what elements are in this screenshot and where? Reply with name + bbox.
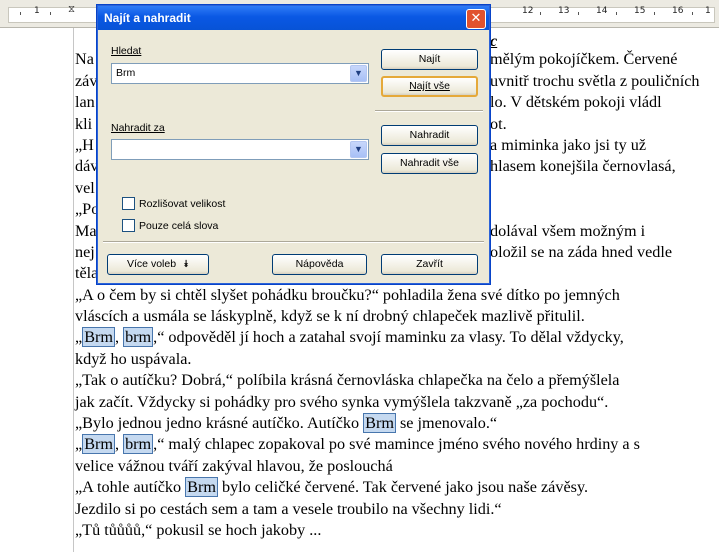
doc-line: „Bylo jednou jedno krásné autíčko. Autíč… <box>75 413 719 434</box>
ruler-tick <box>616 12 617 15</box>
doc-line: „Tů tůůůů,“ pokusil se hoch jakoby ... <box>75 520 719 541</box>
close-icon[interactable]: ✕ <box>466 9 486 29</box>
search-match-highlight: Brm <box>185 477 218 498</box>
doc-line: jak začít. Vždycky si pohádky pro svého … <box>75 392 719 413</box>
find-replace-dialog[interactable]: Najít a nahradit ✕ Hledat Brm ▼ Najít Na… <box>96 4 491 285</box>
doc-text: ,“ malý chlapec zopakoval po své mamince… <box>153 435 640 454</box>
search-value: Brm <box>116 67 136 79</box>
doc-line-right: oložil se na záda hned vedle <box>490 242 673 261</box>
search-match-highlight: Brm <box>363 413 396 434</box>
search-match-highlight: Brm <box>82 327 115 348</box>
doc-text: „A tohle autíčko <box>75 478 186 497</box>
doc-line-right: a miminka jako jsi ty už <box>490 135 647 154</box>
doc-line-right: uvnitř trochu světla z pouličních <box>490 71 700 90</box>
doc-line: Jezdilo si po cestách sem a tam a vesele… <box>75 499 719 520</box>
double-chevron-down-icon: ⯯ <box>182 259 189 270</box>
ruler-tick <box>578 12 579 15</box>
chevron-down-icon[interactable]: ▼ <box>350 65 367 82</box>
replace-label-text: Nahradit za <box>111 122 165 134</box>
whole-words-label[interactable]: Pouze celá slova <box>139 220 218 232</box>
doc-line-left: vel <box>75 178 95 197</box>
doc-line-left: „H <box>75 135 94 154</box>
doc-line-left: kli <box>75 114 93 133</box>
search-label-text: Hledat <box>111 45 142 57</box>
doc-line: velice vážnou tváří zakýval hlavou, že p… <box>75 456 719 477</box>
ruler-number: 14 <box>596 6 608 16</box>
doc-line-right: ot. <box>490 114 507 133</box>
ruler-number: 13 <box>558 6 570 16</box>
replace-all-button[interactable]: Nahradit vše <box>381 153 478 174</box>
doc-text: ,“ odpověděl jí hoch a zatahal svojí mam… <box>153 328 624 347</box>
dialog-title: Najít a nahradit <box>104 11 191 25</box>
doc-line: „ Brm, brm ,“ malý chlapec zopakoval po sv… <box>75 434 719 455</box>
separator <box>375 110 483 112</box>
doc-text: „Tů tůůůů,“ pokusil se hoch jakoby ... <box>75 520 322 539</box>
doc-text: , <box>114 435 124 454</box>
match-case-label[interactable]: Rozlišovat velikost <box>139 198 225 210</box>
doc-line: vláscích a usmála se láskyplně, když se … <box>75 306 719 327</box>
doc-text: „Bylo jednou jedno krásné autíčko. Autíč… <box>75 414 364 433</box>
find-all-button[interactable]: Najít vše <box>381 76 478 97</box>
doc-line: „A tohle autíčko Brm bylo celičké červen… <box>75 477 719 498</box>
doc-line-left: lan <box>75 93 95 112</box>
whole-words-checkbox[interactable] <box>122 219 135 232</box>
separator <box>103 241 484 243</box>
doc-line-left: Ma <box>75 221 97 240</box>
doc-text: jak začít. Vždycky si pohádky pro svého … <box>75 392 609 411</box>
ruler-tick <box>540 12 541 15</box>
doc-text: „Tak o autíčku? Dobrá,“ políbila krásná … <box>75 371 620 390</box>
doc-text: velice vážnou tváří zakýval hlavou, že p… <box>75 456 393 475</box>
close-button[interactable]: Zavřít <box>381 254 478 275</box>
doc-line: „Tak o autíčku? Dobrá,“ políbila krásná … <box>75 370 719 391</box>
doc-line-left: Na <box>75 50 94 69</box>
doc-line-left: záv <box>75 71 98 90</box>
dialog-titlebar[interactable]: Najít a nahradit ✕ <box>98 6 489 30</box>
search-match-highlight: brm <box>123 434 154 455</box>
doc-line-right: dolával všem možným i <box>490 221 646 240</box>
doc-text: se jmenovalo.“ <box>395 414 498 433</box>
doc-text: vláscích a usmála se láskyplně, když se … <box>75 307 585 326</box>
doc-text: „A o čem by si chtěl slyšet pohádku brou… <box>75 285 620 304</box>
ruler-tick <box>654 12 655 15</box>
indent-marker-icon[interactable]: ⧖ <box>68 4 75 15</box>
doc-line-right: lo. V dětském pokoji vládl <box>490 93 662 112</box>
ruler-number: 15 <box>634 6 646 16</box>
more-options-label: Více voleb <box>127 258 177 270</box>
find-all-label: Najít vše <box>409 80 450 92</box>
doc-text: když ho uspávala. <box>75 349 192 368</box>
search-match-highlight: Brm <box>82 434 115 455</box>
replace-button[interactable]: Nahradit <box>381 125 478 146</box>
search-match-highlight: brm <box>123 327 154 348</box>
doc-line: „A o čem by si chtěl slyšet pohádku brou… <box>75 285 719 306</box>
doc-text: , <box>114 328 124 347</box>
replace-combobox[interactable]: ▼ <box>111 139 369 160</box>
doc-text: Jezdilo si po cestách sem a tam a vesele… <box>75 499 502 518</box>
doc-line-right: hlasem konejšila černovlasá, <box>490 157 676 176</box>
ruler-number: 1 <box>34 6 40 16</box>
ruler-tick <box>692 12 693 15</box>
chevron-down-icon[interactable]: ▼ <box>350 141 367 158</box>
find-button[interactable]: Najít <box>381 49 478 70</box>
doc-text: bylo celičké červené. Tak červené jako j… <box>217 478 589 497</box>
doc-line-left: nej <box>75 242 95 261</box>
doc-line: „ Brm, brm ,“ odpověděl jí hoch a zatahal … <box>75 327 719 348</box>
ruler-number: 16 <box>672 6 684 16</box>
page-margin-line <box>73 28 74 552</box>
help-button[interactable]: Nápověda <box>272 254 367 275</box>
search-label: Hledat <box>111 45 141 57</box>
ruler-tick <box>50 12 51 15</box>
doc-line-left: dáv <box>75 157 99 176</box>
ruler-number: 12 <box>522 6 534 16</box>
ruler-number: 1 <box>705 6 711 16</box>
search-combobox[interactable]: Brm ▼ <box>111 63 369 84</box>
match-case-checkbox[interactable] <box>122 197 135 210</box>
doc-line: když ho uspávala. <box>75 349 719 370</box>
replace-label: Nahradit za <box>111 122 165 134</box>
more-options-button[interactable]: Více voleb ⯯ <box>107 254 209 275</box>
ruler-tick <box>20 12 21 15</box>
doc-line-right: mělým pokojíčkem. Červené <box>490 50 678 69</box>
